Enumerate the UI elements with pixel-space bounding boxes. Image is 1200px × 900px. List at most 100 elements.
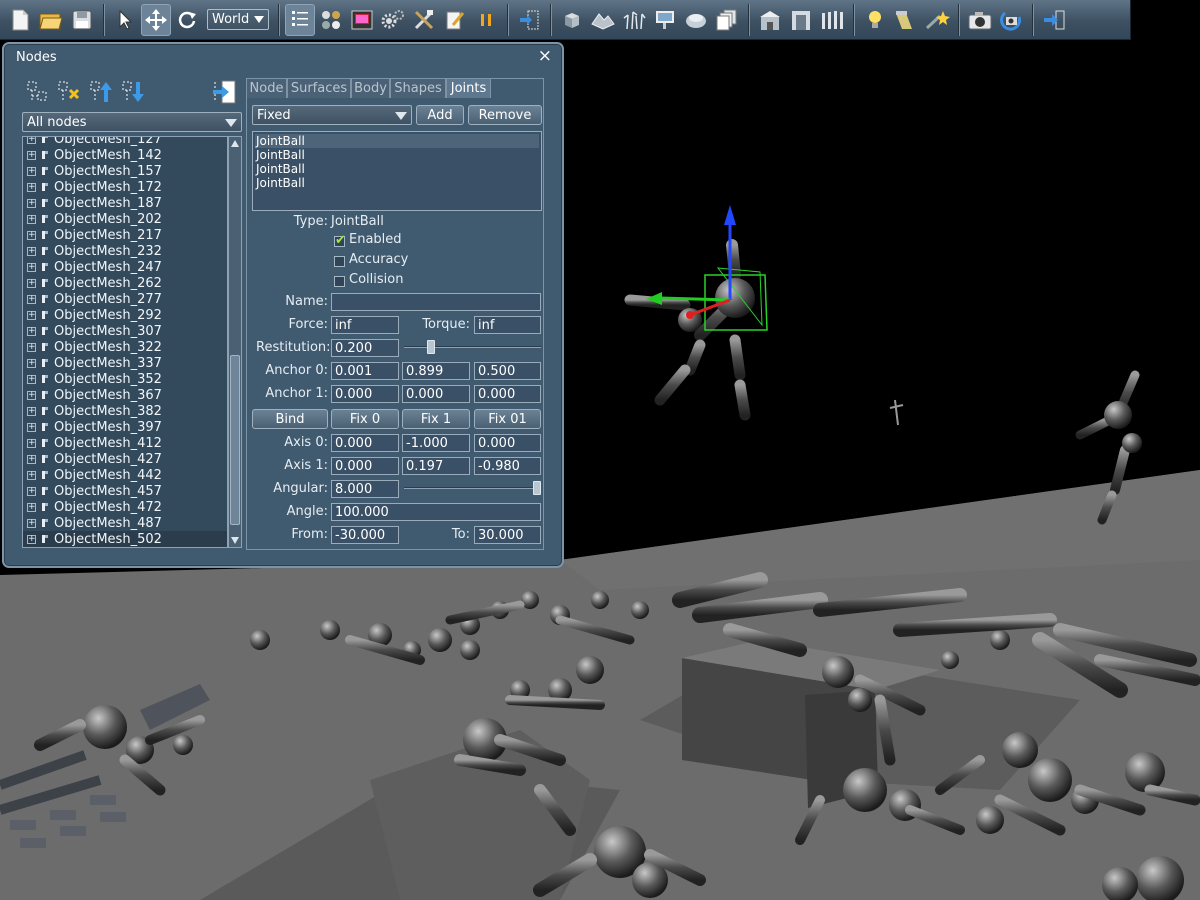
tools-icon[interactable] (409, 4, 439, 36)
to-field[interactable]: 30.000 (474, 526, 541, 544)
joint-list-item[interactable]: JointBall (255, 176, 539, 190)
fence-icon[interactable] (817, 4, 847, 36)
node-list-item[interactable]: + ObjectMesh_397 (23, 419, 227, 435)
tab-node[interactable]: Node (246, 78, 287, 98)
axis1-y-field[interactable]: 0.197 (402, 457, 470, 475)
building-icon[interactable] (755, 4, 785, 36)
angular-field[interactable]: 8.000 (331, 480, 399, 498)
fix01-button[interactable]: Fix 01 (474, 409, 541, 429)
node-list-item[interactable]: + ObjectMesh_457 (23, 483, 227, 499)
expand-icon[interactable]: + (27, 262, 36, 272)
expand-icon[interactable]: + (27, 454, 36, 464)
sector-icon[interactable] (786, 4, 816, 36)
tab-surfaces[interactable]: Surfaces (287, 78, 351, 98)
expand-icon[interactable]: + (27, 214, 36, 224)
anchor1-x-field[interactable]: 0.000 (331, 385, 399, 403)
joint-list-item[interactable]: JointBall (255, 162, 539, 176)
axis0-x-field[interactable]: 0.000 (331, 434, 399, 452)
add-node-icon[interactable] (24, 78, 54, 106)
angular-slider-track[interactable] (404, 487, 541, 489)
node-list-item[interactable]: + ObjectMesh_232 (23, 243, 227, 259)
move-down-icon[interactable] (120, 78, 150, 106)
render-settings-icon[interactable] (347, 4, 377, 36)
joint-list-item[interactable]: JointBall (255, 148, 539, 162)
node-list-item[interactable]: + ObjectMesh_247 (23, 259, 227, 275)
angle-field[interactable]: 100.000 (331, 503, 541, 521)
tab-body[interactable]: Body (351, 78, 390, 98)
accuracy-checkbox[interactable] (334, 256, 345, 267)
save-icon[interactable] (67, 4, 97, 36)
editor-icon[interactable] (440, 4, 470, 36)
fix1-button[interactable]: Fix 1 (402, 409, 470, 429)
enabled-checkbox[interactable]: ✔ (334, 233, 346, 248)
layers-icon[interactable] (712, 4, 742, 36)
exit-icon[interactable] (1039, 4, 1069, 36)
refresh-camera-icon[interactable] (996, 4, 1026, 36)
box-icon[interactable] (557, 4, 587, 36)
node-list-item[interactable]: + ObjectMesh_217 (23, 227, 227, 243)
node-list-icon[interactable] (285, 3, 315, 36)
scrollbar-thumb[interactable] (230, 355, 240, 525)
expand-icon[interactable]: + (27, 342, 36, 352)
axis1-x-field[interactable]: 0.000 (331, 457, 399, 475)
restitution-slider-track[interactable] (404, 346, 541, 348)
node-list-item[interactable]: + ObjectMesh_142 (23, 147, 227, 163)
move-up-icon[interactable] (88, 78, 118, 106)
node-list-item[interactable]: + ObjectMesh_442 (23, 467, 227, 483)
node-list-item[interactable]: + ObjectMesh_337 (23, 355, 227, 371)
anchor1-y-field[interactable]: 0.000 (402, 385, 470, 403)
terrain-icon[interactable] (588, 4, 618, 36)
node-list-item[interactable]: + ObjectMesh_487 (23, 515, 227, 531)
anchor1-z-field[interactable]: 0.000 (474, 385, 541, 403)
select-arrow-icon[interactable] (110, 4, 140, 36)
collision-checkbox[interactable] (334, 276, 345, 287)
add-joint-button[interactable]: Add (416, 105, 464, 125)
tab-joints[interactable]: Joints (446, 78, 491, 98)
expand-icon[interactable]: + (27, 246, 36, 256)
expand-icon[interactable]: + (27, 182, 36, 192)
from-field[interactable]: -30.000 (331, 526, 399, 544)
node-list-item[interactable]: + ObjectMesh_412 (23, 435, 227, 451)
joint-list[interactable]: JointBall JointBall JointBall JointBall (252, 131, 542, 211)
sphere-icon[interactable] (681, 4, 711, 36)
expand-icon[interactable]: + (27, 198, 36, 208)
joint-type-select[interactable]: Fixed (252, 105, 412, 125)
expand-icon[interactable]: + (27, 438, 36, 448)
tab-shapes[interactable]: Shapes (390, 78, 446, 98)
node-filter-select[interactable]: All nodes (22, 112, 242, 132)
node-tree-list[interactable]: + ObjectMesh_127 + ObjectMesh_142 + ObjectMes… (22, 136, 228, 548)
torque-field[interactable]: inf (474, 316, 541, 334)
axis0-y-field[interactable]: -1.000 (402, 434, 470, 452)
expand-icon[interactable]: + (27, 470, 36, 480)
expand-icon[interactable]: + (27, 486, 36, 496)
coordinate-space-select[interactable]: World (207, 9, 269, 30)
expand-icon[interactable]: + (27, 534, 36, 544)
gear-icon[interactable] (378, 4, 408, 36)
move-icon[interactable] (141, 3, 171, 36)
expand-icon[interactable]: + (27, 422, 36, 432)
pause-icon[interactable] (471, 4, 501, 36)
node-list-item[interactable]: + ObjectMesh_427 (23, 451, 227, 467)
expand-icon[interactable]: + (27, 310, 36, 320)
axis1-z-field[interactable]: -0.980 (474, 457, 541, 475)
vegetation-icon[interactable] (619, 4, 649, 36)
angular-slider-knob[interactable] (533, 481, 541, 495)
expand-icon[interactable]: + (27, 150, 36, 160)
materials-icon[interactable] (316, 4, 346, 36)
spotlight-icon[interactable] (891, 4, 921, 36)
expand-icon[interactable]: + (27, 374, 36, 384)
node-list-item[interactable]: + ObjectMesh_127 (23, 137, 227, 147)
expand-icon[interactable]: + (27, 390, 36, 400)
node-list-item[interactable]: + ObjectMesh_307 (23, 323, 227, 339)
expand-icon[interactable]: + (27, 502, 36, 512)
screenshot-icon[interactable] (965, 4, 995, 36)
camera-node-icon[interactable] (650, 4, 680, 36)
node-list-item[interactable]: + ObjectMesh_322 (23, 339, 227, 355)
scroll-up-arrow-icon[interactable] (230, 138, 240, 150)
remove-joint-button[interactable]: Remove (468, 105, 542, 125)
expand-icon[interactable]: + (27, 230, 36, 240)
joint-name-field[interactable] (331, 293, 541, 311)
node-list-item[interactable]: + ObjectMesh_472 (23, 499, 227, 515)
node-list-item[interactable]: + ObjectMesh_352 (23, 371, 227, 387)
light-icon[interactable] (860, 4, 890, 36)
